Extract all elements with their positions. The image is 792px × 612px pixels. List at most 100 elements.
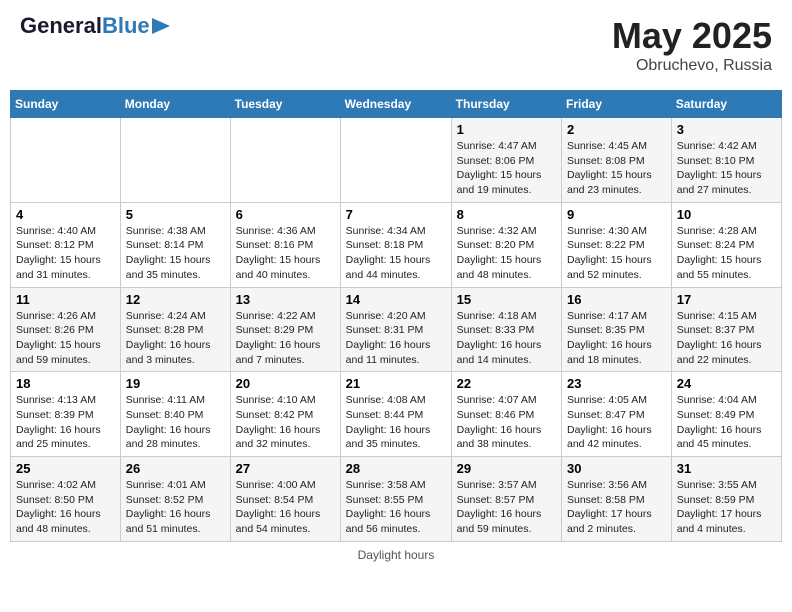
calendar-cell: 15 Sunrise: 4:18 AM Sunset: 8:33 PM Dayli…	[451, 287, 561, 372]
day-info: Sunrise: 4:47 AM Sunset: 8:06 PM Dayligh…	[457, 139, 556, 198]
calendar-cell: 12 Sunrise: 4:24 AM Sunset: 8:28 PM Dayli…	[120, 287, 230, 372]
calendar-day-header: Friday	[562, 91, 672, 118]
calendar-week-row: 25 Sunrise: 4:02 AM Sunset: 8:50 PM Dayli…	[11, 457, 782, 542]
day-info: Sunrise: 4:40 AM Sunset: 8:12 PM Dayligh…	[16, 224, 115, 283]
day-number: 24	[677, 376, 776, 391]
calendar-cell: 13Sunrise: 4:22 AM Sunset: 8:29 PM Dayli…	[230, 287, 340, 372]
day-info: Sunrise: 4:07 AM Sunset: 8:46 PM Dayligh…	[457, 393, 556, 452]
day-number: 22	[457, 376, 556, 391]
page-header: GeneralBlue May 2025 Obruchevo, Russia	[10, 10, 782, 80]
logo-text: GeneralBlue	[20, 15, 150, 37]
day-info: Sunrise: 4:04 AM Sunset: 8:49 PM Dayligh…	[677, 393, 776, 452]
calendar-week-row: 11 Sunrise: 4:26 AM Sunset: 8:26 PM Dayli…	[11, 287, 782, 372]
day-info: Sunrise: 4:42 AM Sunset: 8:10 PM Dayligh…	[677, 139, 776, 198]
day-info: Sunrise: 4:24 AM Sunset: 8:28 PM Dayligh…	[126, 309, 225, 368]
calendar-cell: 5Sunrise: 4:38 AM Sunset: 8:14 PM Daylig…	[120, 202, 230, 287]
title-block: May 2025 Obruchevo, Russia	[612, 15, 772, 75]
day-number: 13	[236, 292, 335, 307]
day-info: Sunrise: 4:38 AM Sunset: 8:14 PM Dayligh…	[126, 224, 225, 283]
day-number: 29	[457, 461, 556, 476]
calendar-week-row: 4 Sunrise: 4:40 AM Sunset: 8:12 PM Daylig…	[11, 202, 782, 287]
day-info: Sunrise: 3:57 AM Sunset: 8:57 PM Dayligh…	[457, 478, 556, 537]
page-title: May 2025	[612, 15, 772, 57]
day-info: Sunrise: 4:13 AM Sunset: 8:39 PM Dayligh…	[16, 393, 115, 452]
calendar-cell: 26Sunrise: 4:01 AM Sunset: 8:52 PM Dayli…	[120, 457, 230, 542]
calendar-cell: 14 Sunrise: 4:20 AM Sunset: 8:31 PM Dayli…	[340, 287, 451, 372]
day-number: 12	[126, 292, 225, 307]
calendar-cell: 31Sunrise: 3:55 AM Sunset: 8:59 PM Dayli…	[671, 457, 781, 542]
day-info: Sunrise: 4:11 AM Sunset: 8:40 PM Dayligh…	[126, 393, 225, 452]
day-number: 20	[236, 376, 335, 391]
day-number: 4	[16, 207, 115, 222]
calendar-cell: 20 Sunrise: 4:10 AM Sunset: 8:42 PM Dayli…	[230, 372, 340, 457]
calendar-cell: 23Sunrise: 4:05 AM Sunset: 8:47 PM Dayli…	[562, 372, 672, 457]
day-number: 14	[346, 292, 446, 307]
calendar-table: SundayMondayTuesdayWednesdayThursdayFrid…	[10, 90, 782, 542]
calendar-cell: 6 Sunrise: 4:36 AM Sunset: 8:16 PM Daylig…	[230, 202, 340, 287]
calendar-day-header: Saturday	[671, 91, 781, 118]
day-info: Sunrise: 4:00 AM Sunset: 8:54 PM Dayligh…	[236, 478, 335, 537]
calendar-cell: 27 Sunrise: 4:00 AM Sunset: 8:54 PM Dayli…	[230, 457, 340, 542]
footer-note: Daylight hours	[10, 548, 782, 562]
day-info: Sunrise: 3:58 AM Sunset: 8:55 PM Dayligh…	[346, 478, 446, 537]
calendar-header: SundayMondayTuesdayWednesdayThursdayFrid…	[11, 91, 782, 118]
day-number: 8	[457, 207, 556, 222]
calendar-day-header: Wednesday	[340, 91, 451, 118]
day-info: Sunrise: 4:02 AM Sunset: 8:50 PM Dayligh…	[16, 478, 115, 537]
day-number: 27	[236, 461, 335, 476]
day-info: Sunrise: 4:34 AM Sunset: 8:18 PM Dayligh…	[346, 224, 446, 283]
day-number: 7	[346, 207, 446, 222]
day-number: 15	[457, 292, 556, 307]
day-number: 26	[126, 461, 225, 476]
day-number: 18	[16, 376, 115, 391]
calendar-cell: 1Sunrise: 4:47 AM Sunset: 8:06 PM Daylig…	[451, 118, 561, 203]
calendar-cell: 11 Sunrise: 4:26 AM Sunset: 8:26 PM Dayli…	[11, 287, 121, 372]
day-number: 3	[677, 122, 776, 137]
calendar-cell: 10Sunrise: 4:28 AM Sunset: 8:24 PM Dayli…	[671, 202, 781, 287]
page-subtitle: Obruchevo, Russia	[612, 57, 772, 75]
day-info: Sunrise: 4:30 AM Sunset: 8:22 PM Dayligh…	[567, 224, 666, 283]
calendar-day-header: Monday	[120, 91, 230, 118]
calendar-cell: 24 Sunrise: 4:04 AM Sunset: 8:49 PM Dayli…	[671, 372, 781, 457]
day-number: 31	[677, 461, 776, 476]
calendar-cell: 16 Sunrise: 4:17 AM Sunset: 8:35 PM Dayli…	[562, 287, 672, 372]
calendar-cell	[11, 118, 121, 203]
calendar-cell: 21Sunrise: 4:08 AM Sunset: 8:44 PM Dayli…	[340, 372, 451, 457]
calendar-cell: 22 Sunrise: 4:07 AM Sunset: 8:46 PM Dayli…	[451, 372, 561, 457]
calendar-cell: 3 Sunrise: 4:42 AM Sunset: 8:10 PM Daylig…	[671, 118, 781, 203]
day-number: 9	[567, 207, 666, 222]
calendar-day-header: Tuesday	[230, 91, 340, 118]
calendar-day-header: Thursday	[451, 91, 561, 118]
logo-arrow-icon	[152, 18, 170, 34]
calendar-cell	[120, 118, 230, 203]
day-info: Sunrise: 4:20 AM Sunset: 8:31 PM Dayligh…	[346, 309, 446, 368]
day-number: 16	[567, 292, 666, 307]
calendar-week-row: 1Sunrise: 4:47 AM Sunset: 8:06 PM Daylig…	[11, 118, 782, 203]
day-number: 17	[677, 292, 776, 307]
day-info: Sunrise: 4:36 AM Sunset: 8:16 PM Dayligh…	[236, 224, 335, 283]
day-info: Sunrise: 4:17 AM Sunset: 8:35 PM Dayligh…	[567, 309, 666, 368]
day-number: 2	[567, 122, 666, 137]
calendar-cell: 30Sunrise: 3:56 AM Sunset: 8:58 PM Dayli…	[562, 457, 672, 542]
calendar-cell: 9 Sunrise: 4:30 AM Sunset: 8:22 PM Daylig…	[562, 202, 672, 287]
calendar-cell: 4 Sunrise: 4:40 AM Sunset: 8:12 PM Daylig…	[11, 202, 121, 287]
day-number: 28	[346, 461, 446, 476]
calendar-cell: 19 Sunrise: 4:11 AM Sunset: 8:40 PM Dayli…	[120, 372, 230, 457]
calendar-cell: 17Sunrise: 4:15 AM Sunset: 8:37 PM Dayli…	[671, 287, 781, 372]
calendar-cell: 8Sunrise: 4:32 AM Sunset: 8:20 PM Daylig…	[451, 202, 561, 287]
calendar-cell: 25 Sunrise: 4:02 AM Sunset: 8:50 PM Dayli…	[11, 457, 121, 542]
day-number: 25	[16, 461, 115, 476]
calendar-cell: 28 Sunrise: 3:58 AM Sunset: 8:55 PM Dayli…	[340, 457, 451, 542]
day-info: Sunrise: 4:08 AM Sunset: 8:44 PM Dayligh…	[346, 393, 446, 452]
day-info: Sunrise: 4:26 AM Sunset: 8:26 PM Dayligh…	[16, 309, 115, 368]
calendar-cell	[230, 118, 340, 203]
calendar-body: 1Sunrise: 4:47 AM Sunset: 8:06 PM Daylig…	[11, 118, 782, 542]
day-number: 19	[126, 376, 225, 391]
day-number: 23	[567, 376, 666, 391]
calendar-day-header: Sunday	[11, 91, 121, 118]
calendar-cell: 2Sunrise: 4:45 AM Sunset: 8:08 PM Daylig…	[562, 118, 672, 203]
day-info: Sunrise: 4:10 AM Sunset: 8:42 PM Dayligh…	[236, 393, 335, 452]
day-number: 11	[16, 292, 115, 307]
day-info: Sunrise: 4:18 AM Sunset: 8:33 PM Dayligh…	[457, 309, 556, 368]
day-number: 6	[236, 207, 335, 222]
